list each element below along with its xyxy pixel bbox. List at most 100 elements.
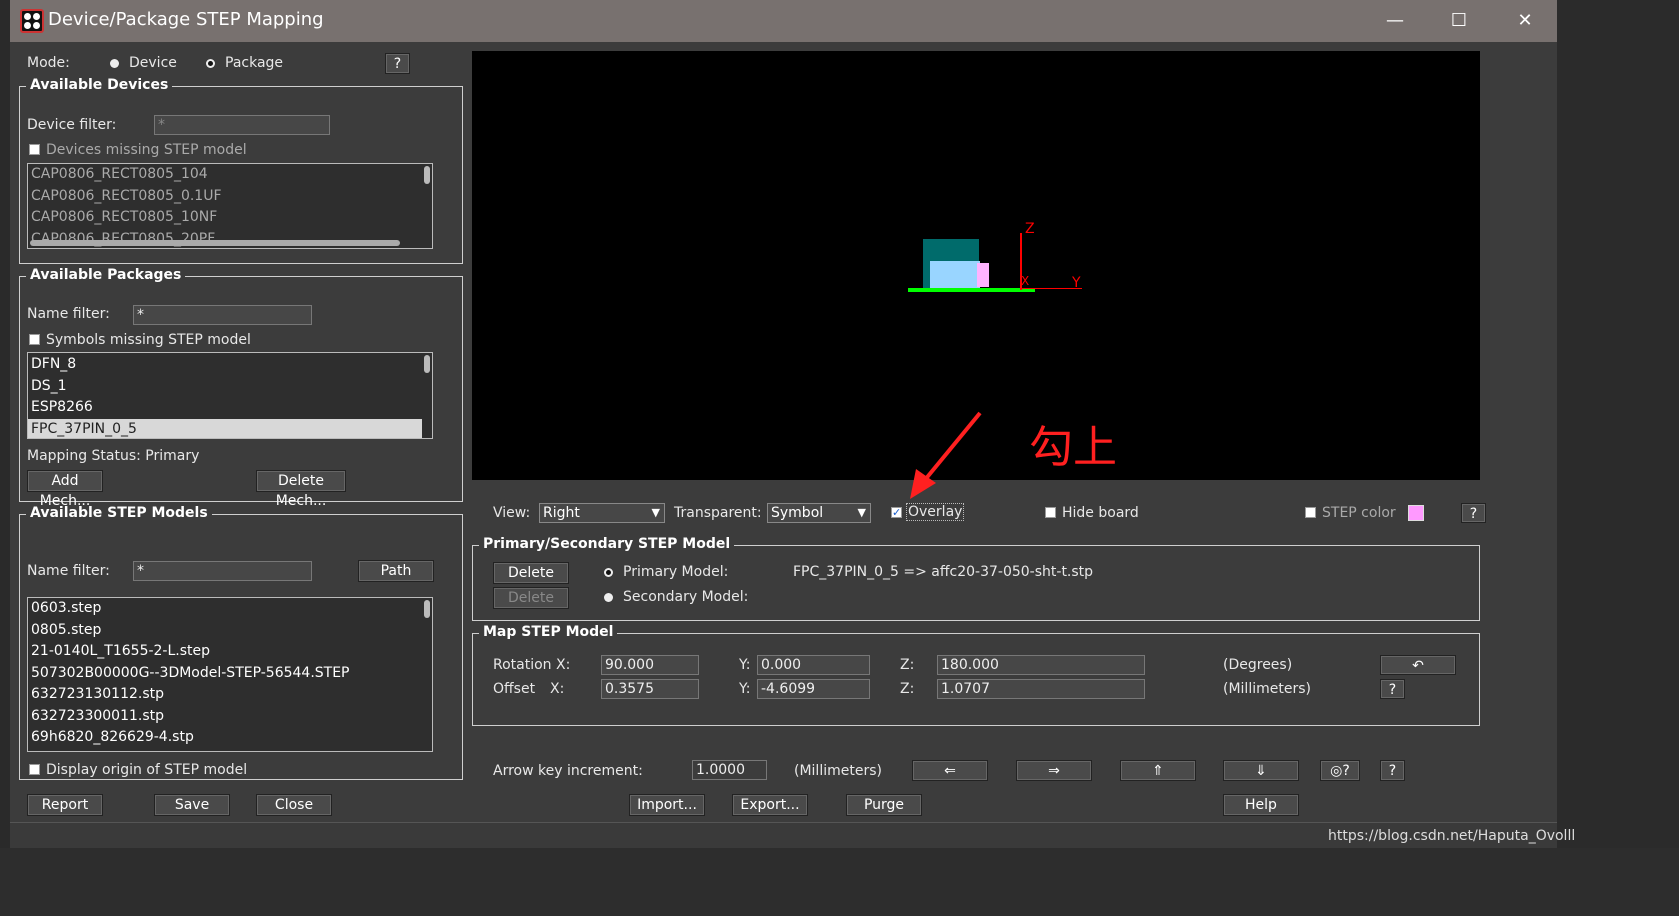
list-item[interactable]: 0603.step: [28, 598, 432, 620]
save-button[interactable]: Save: [154, 794, 230, 816]
list-item[interactable]: DS_1: [28, 376, 432, 398]
mode-package-label: Package: [225, 55, 284, 71]
3d-viewport[interactable]: Z Y X 勾上: [472, 51, 1480, 499]
transparent-select-value: Symbol: [771, 505, 824, 521]
offset-x-label: X:: [550, 681, 565, 697]
rotation-z-input[interactable]: 180.000: [937, 655, 1145, 675]
rotation-y-input[interactable]: 0.000: [757, 655, 870, 675]
step-color-checkbox[interactable]: [1305, 507, 1316, 518]
rotation-label: Rotation X:: [493, 657, 571, 673]
minimize-button[interactable]: —: [1380, 8, 1410, 34]
package-filter-input[interactable]: *: [133, 305, 312, 325]
window-title: Device/Package STEP Mapping: [48, 9, 324, 30]
close-window-button[interactable]: ✕: [1510, 8, 1540, 34]
vertical-scrollbar[interactable]: [424, 355, 430, 373]
add-mech-button[interactable]: Add Mech...: [27, 470, 103, 509]
report-button[interactable]: Report: [27, 794, 103, 816]
view-select[interactable]: Right ▼: [539, 503, 665, 523]
list-item[interactable]: CAP0806_RECT0805_0.1UF: [28, 186, 432, 208]
vertical-scrollbar[interactable]: [424, 166, 430, 184]
offset-z-input[interactable]: 1.0707: [937, 679, 1145, 699]
step-filter-input[interactable]: *: [133, 561, 312, 581]
transparent-label: Transparent:: [674, 505, 762, 521]
background-app-strip: [0, 848, 1679, 916]
move-right-button[interactable]: ⇒: [1016, 760, 1092, 781]
view-key-help-button[interactable]: ◎?: [1320, 760, 1360, 781]
hide-board-checkbox[interactable]: [1045, 507, 1056, 518]
map-help-button[interactable]: ?: [1380, 679, 1405, 699]
step-model-list[interactable]: 0603.step 0805.step 21-0140L_T1655-2-L.s…: [27, 597, 433, 752]
close-button[interactable]: Close: [256, 794, 332, 816]
arrow-right-icon: ⇒: [1048, 763, 1060, 779]
list-item[interactable]: DFN_8: [28, 354, 432, 376]
dropdown-arrow-icon: ▼: [857, 506, 866, 519]
device-filter-input[interactable]: *: [154, 115, 330, 135]
arrow-increment-input[interactable]: 1.0000: [692, 760, 767, 780]
list-item[interactable]: 69h6820_826629-4.stp: [28, 727, 432, 749]
delete-mech-button[interactable]: Delete Mech...: [256, 470, 346, 509]
primary-secondary-group: Primary/Secondary STEP Model: [472, 536, 1480, 621]
rotation-z-label: Z:: [900, 657, 915, 673]
list-item[interactable]: 21-0140L_T1655-2-L.step: [28, 641, 432, 663]
offset-x-input[interactable]: 0.3575: [601, 679, 699, 699]
offset-y-input[interactable]: -4.6099: [757, 679, 870, 699]
export-button[interactable]: Export...: [732, 794, 808, 816]
package-list[interactable]: DFN_8 DS_1 ESP8266 FPC_37PIN_0_5: [27, 352, 433, 439]
primary-model-radio[interactable]: [604, 568, 613, 577]
device-list[interactable]: CAP0806_RECT0805_104 CAP0806_RECT0805_0.…: [27, 163, 433, 249]
mode-device-label: Device: [129, 55, 177, 71]
y-axis-label: Y: [1072, 275, 1081, 291]
move-down-button[interactable]: ⇓: [1223, 760, 1299, 781]
delete-primary-button[interactable]: Delete: [493, 562, 569, 584]
offset-z-label: Z:: [900, 681, 915, 697]
list-item[interactable]: 0805.step: [28, 620, 432, 642]
symbols-missing-checkbox[interactable]: [29, 334, 40, 345]
list-item[interactable]: 632723130112.stp: [28, 684, 432, 706]
arrow-up-icon: ⇑: [1152, 763, 1164, 779]
move-up-button[interactable]: ⇑: [1120, 760, 1196, 781]
mode-help-button[interactable]: ?: [385, 53, 410, 74]
list-item[interactable]: CAP0806_RECT0805_104: [28, 164, 432, 186]
background-app-strip: [1557, 0, 1679, 848]
symbols-missing-label: Symbols missing STEP model: [46, 332, 251, 348]
list-item[interactable]: ESP8266: [28, 397, 432, 419]
millimeters-label: (Millimeters): [1223, 681, 1311, 697]
transparent-select[interactable]: Symbol ▼: [767, 503, 871, 523]
arrow-unit-label: (Millimeters): [794, 763, 882, 779]
view-help-button[interactable]: ?: [1461, 503, 1486, 523]
list-item-selected[interactable]: FPC_37PIN_0_5: [28, 418, 422, 438]
devices-missing-checkbox[interactable]: [29, 144, 40, 155]
move-left-button[interactable]: ⇐: [912, 760, 988, 781]
arrow-left-icon: ⇐: [944, 763, 956, 779]
path-button[interactable]: Path: [358, 560, 434, 582]
import-button[interactable]: Import...: [629, 794, 705, 816]
maximize-button[interactable]: ☐: [1444, 8, 1474, 34]
status-bar: [10, 822, 1557, 848]
list-item[interactable]: 632723300011.stp: [28, 706, 432, 728]
reset-rotation-button[interactable]: ↶: [1380, 655, 1456, 675]
mode-device-radio[interactable]: [110, 59, 119, 68]
horizontal-scrollbar[interactable]: [30, 240, 400, 246]
step-color-label: STEP color: [1322, 505, 1396, 521]
step-color-swatch[interactable]: [1408, 505, 1424, 521]
z-axis-label: Z: [1025, 221, 1035, 237]
secondary-model-radio[interactable]: [604, 593, 613, 602]
rotation-x-input[interactable]: 90.000: [601, 655, 699, 675]
list-item[interactable]: CAP0806_RECT0805_10NF: [28, 207, 432, 229]
purge-button[interactable]: Purge: [846, 794, 922, 816]
overlay-checkbox[interactable]: ✓: [891, 507, 902, 518]
available-packages-title: Available Packages: [26, 267, 186, 283]
primary-model-label: Primary Model:: [623, 564, 729, 580]
display-origin-checkbox[interactable]: [29, 764, 40, 775]
mode-package-radio[interactable]: [206, 59, 215, 68]
step-model-shape: [930, 261, 980, 288]
list-item[interactable]: 507302B00000G--3DModel-STEP-56544.STEP: [28, 663, 432, 685]
package-filter-label: Name filter:: [27, 306, 110, 322]
arrow-help-button[interactable]: ?: [1380, 760, 1405, 781]
app-logo-icon: [20, 9, 44, 33]
available-devices-title: Available Devices: [26, 77, 173, 93]
secondary-model-label: Secondary Model:: [623, 589, 749, 605]
help-button[interactable]: Help: [1223, 794, 1299, 816]
vertical-scrollbar[interactable]: [424, 600, 430, 618]
arrow-down-icon: ⇓: [1255, 763, 1267, 779]
